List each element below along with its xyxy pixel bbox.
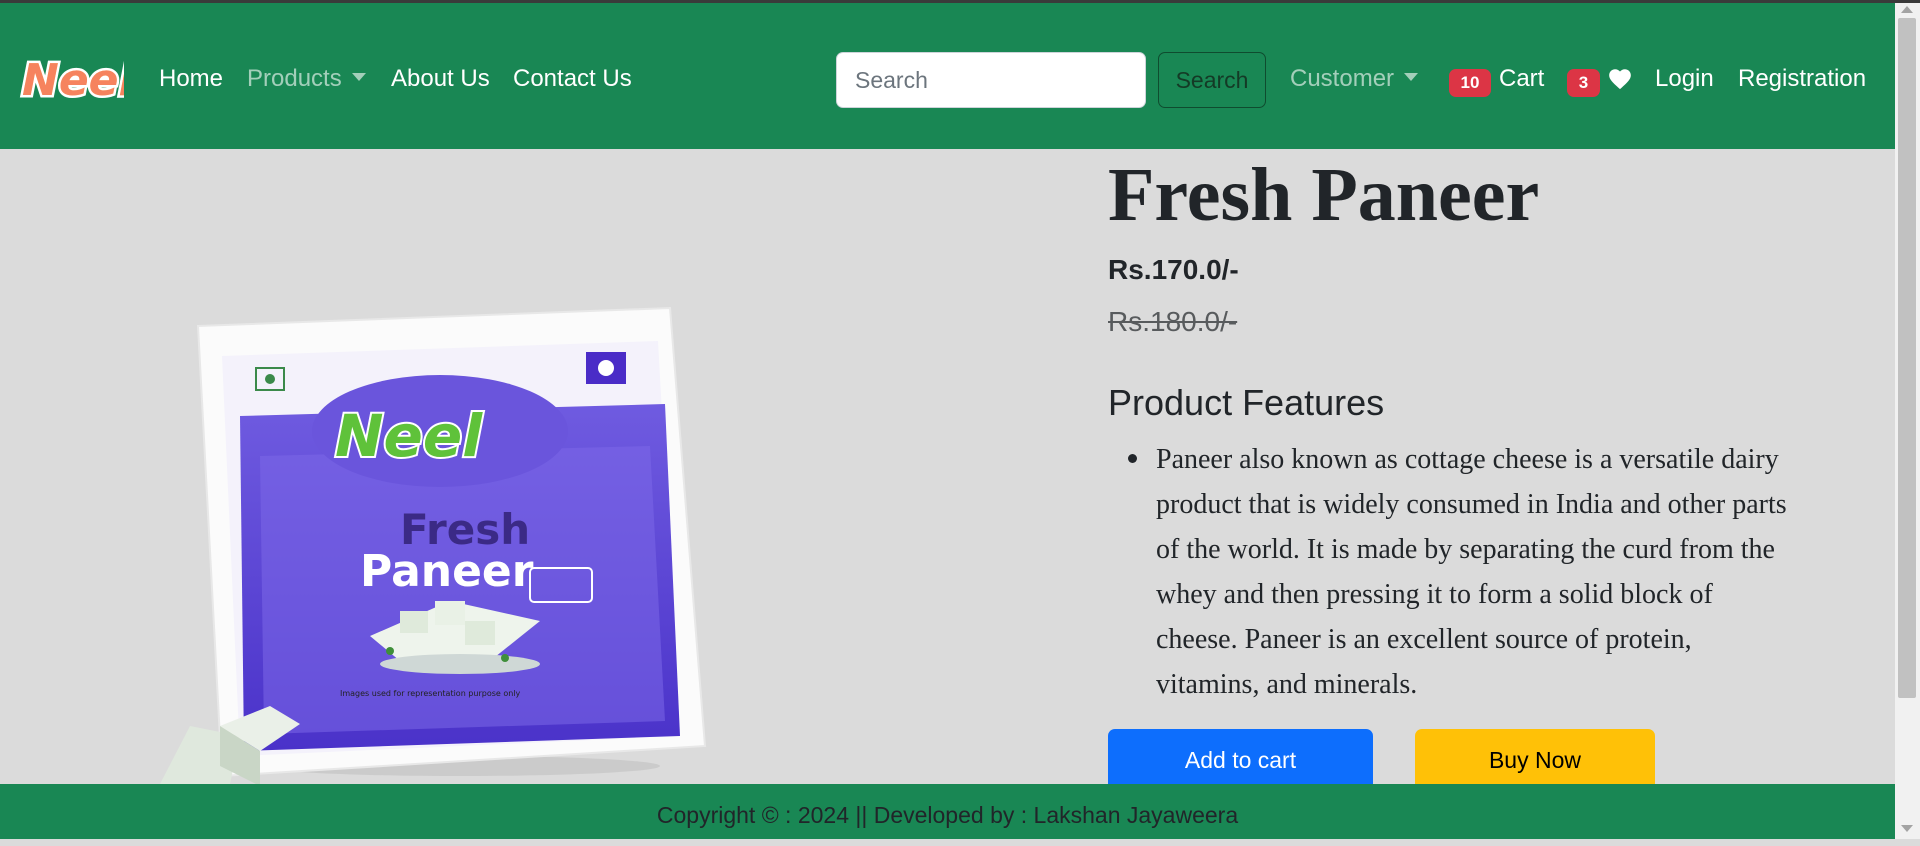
svg-text:Paneer: Paneer: [360, 546, 534, 597]
product-image: Neel Fresh Paneer Images used for repres…: [160, 306, 707, 786]
nav-registration[interactable]: Registration: [1738, 64, 1866, 94]
feature-item: Paneer also known as cottage cheese is a…: [1156, 444, 1787, 700]
svg-text:Neel: Neel: [22, 55, 124, 106]
wishlist-count-badge: 3: [1567, 69, 1600, 97]
buy-now-button[interactable]: Buy Now: [1415, 729, 1655, 791]
svg-text:Neel: Neel: [335, 402, 483, 470]
heart-icon[interactable]: [1607, 66, 1633, 92]
scroll-down-arrow-icon[interactable]: [1901, 825, 1913, 832]
search-button[interactable]: Search: [1158, 52, 1266, 108]
list-bullet: [1128, 454, 1137, 463]
nav-customer-dropdown[interactable]: Customer: [1290, 64, 1419, 94]
caret-down-icon: [351, 72, 366, 81]
nav-cart[interactable]: Cart: [1499, 64, 1544, 94]
nav-contact-us[interactable]: Contact Us: [513, 64, 632, 94]
cart-count-badge: 10: [1449, 69, 1491, 97]
nav-login[interactable]: Login: [1655, 64, 1714, 94]
brand-logo[interactable]: Neel Neel: [18, 49, 125, 109]
scrollbar-thumb[interactable]: [1898, 18, 1916, 698]
nav-about-us[interactable]: About Us: [391, 64, 490, 94]
footer: Copyright © : 2024 || Developed by : Lak…: [0, 784, 1895, 839]
nav-home[interactable]: Home: [159, 64, 223, 94]
nav-products-dropdown[interactable]: Products: [247, 64, 366, 94]
svg-text:Images used for representation: Images used for representation purpose o…: [340, 689, 521, 698]
nav-products-label: Products: [247, 65, 342, 92]
search-input[interactable]: [836, 52, 1146, 108]
nav-customer-label: Customer: [1290, 65, 1395, 92]
product-price: Rs.170.0/-: [1108, 254, 1239, 285]
navbar: Neel Neel Home Products About Us Contact…: [0, 3, 1895, 149]
add-to-cart-button[interactable]: Add to cart: [1108, 729, 1373, 791]
scroll-up-arrow-icon[interactable]: [1901, 6, 1913, 13]
product-old-price: Rs.180.0/-: [1108, 306, 1238, 337]
caret-down-icon: [1404, 72, 1419, 81]
footer-copyright: Copyright © : 2024 || Developed by : Lak…: [656, 802, 1239, 828]
features-heading: Product Features: [1108, 382, 1385, 423]
product-title: Fresh Paneer: [1108, 153, 1540, 237]
